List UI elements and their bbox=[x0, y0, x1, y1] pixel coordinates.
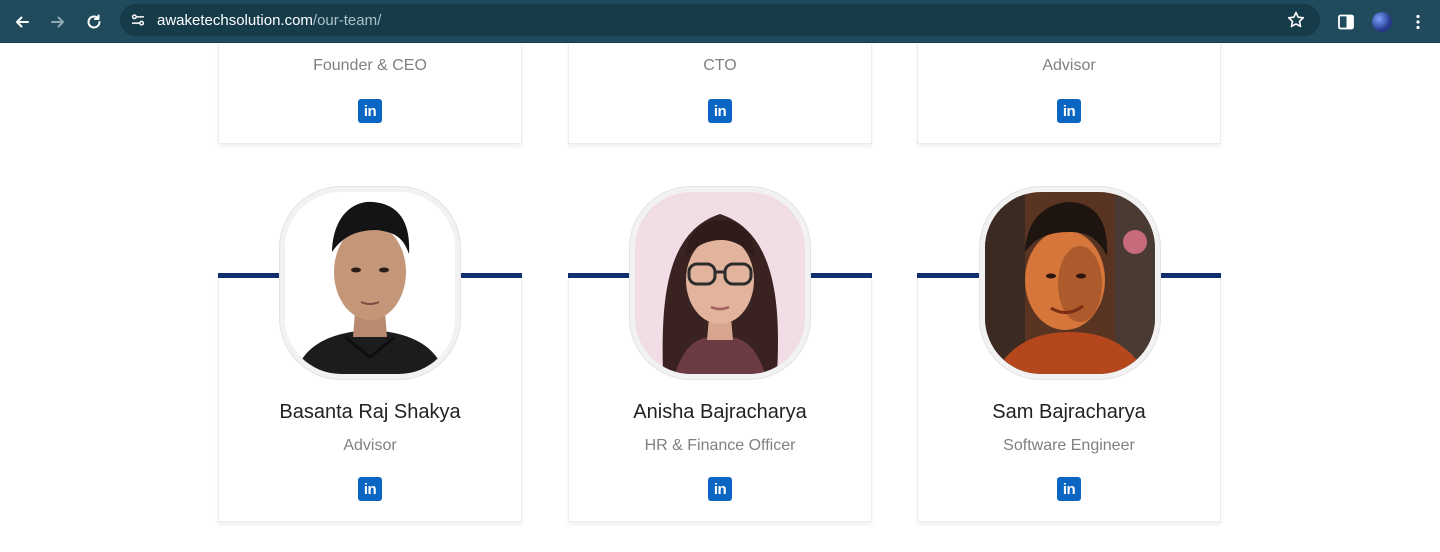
member-role: Advisor bbox=[1042, 57, 1096, 74]
back-button[interactable] bbox=[8, 8, 36, 36]
member-photo-frame bbox=[629, 186, 811, 380]
member-role: HR & Finance Officer bbox=[644, 437, 796, 454]
site-settings-icon[interactable] bbox=[128, 10, 148, 30]
team-card: Advisor in bbox=[917, 44, 1221, 144]
member-photo bbox=[285, 192, 455, 374]
linkedin-icon[interactable]: in bbox=[358, 477, 382, 501]
member-photo-frame bbox=[279, 186, 461, 380]
linkedin-icon[interactable]: in bbox=[708, 99, 732, 123]
member-role: Advisor bbox=[343, 437, 397, 454]
member-photo-frame bbox=[979, 186, 1161, 380]
side-panel-icon bbox=[1338, 14, 1354, 30]
member-role: Founder & CEO bbox=[313, 57, 427, 74]
reload-button[interactable] bbox=[80, 8, 108, 36]
arrow-right-icon bbox=[51, 16, 64, 28]
side-panel-button[interactable] bbox=[1332, 8, 1360, 36]
linkedin-icon[interactable]: in bbox=[1057, 99, 1081, 123]
member-role: CTO bbox=[703, 57, 737, 74]
profile-button[interactable] bbox=[1368, 8, 1396, 36]
member-role: Software Engineer bbox=[1003, 437, 1135, 454]
member-name: Anisha Bajracharya bbox=[633, 401, 807, 423]
arrow-left-icon bbox=[16, 16, 29, 28]
member-photo bbox=[635, 192, 805, 374]
kebab-menu-icon bbox=[1416, 14, 1420, 30]
address-bar[interactable]: awaketechsolution.com/our-team/ bbox=[120, 4, 1320, 36]
linkedin-icon[interactable]: in bbox=[708, 477, 732, 501]
linkedin-icon[interactable]: in bbox=[358, 99, 382, 123]
browser-toolbar: awaketechsolution.com/our-team/ bbox=[0, 0, 1440, 43]
forward-button[interactable] bbox=[44, 8, 72, 36]
member-name: Sam Bajracharya bbox=[992, 401, 1146, 423]
reload-icon bbox=[87, 14, 101, 29]
member-name: Basanta Raj Shakya bbox=[279, 401, 461, 423]
linkedin-icon[interactable]: in bbox=[1057, 477, 1081, 501]
member-photo bbox=[985, 192, 1155, 374]
url-path: /our-team/ bbox=[312, 12, 382, 29]
team-card: Founder & CEO in bbox=[218, 44, 522, 144]
url-domain: awaketechsolution.com bbox=[157, 12, 313, 29]
profile-avatar-icon bbox=[1372, 12, 1392, 32]
menu-button[interactable] bbox=[1404, 8, 1432, 36]
bookmark-star-icon[interactable] bbox=[1286, 10, 1306, 30]
team-page: Founder & CEO in CTO in Advisor in Basan… bbox=[0, 44, 1440, 552]
team-card: CTO in bbox=[568, 44, 872, 144]
url-text: awaketechsolution.com/our-team/ bbox=[157, 12, 381, 29]
